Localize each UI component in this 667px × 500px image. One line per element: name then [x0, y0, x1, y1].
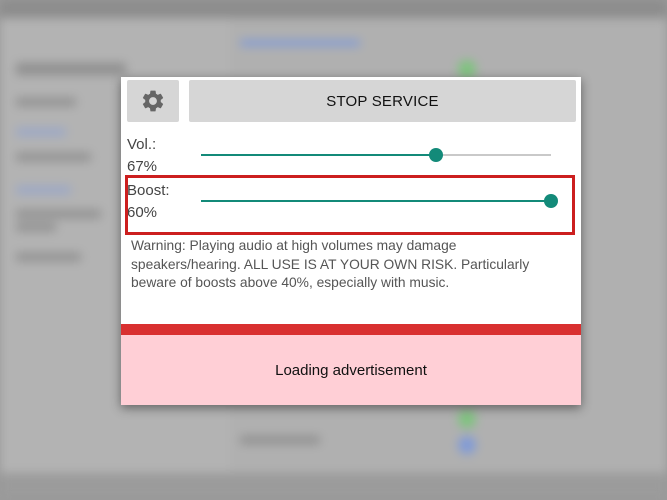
ad-loading-text: Loading advertisement [275, 361, 427, 379]
stop-service-button[interactable]: STOP SERVICE [189, 80, 576, 122]
volume-slider[interactable] [201, 145, 551, 165]
volume-label: Vol.: 67% [127, 134, 197, 178]
background-status-bar [0, 0, 667, 18]
settings-button[interactable] [127, 80, 179, 122]
volume-label-text: Vol.: [127, 136, 157, 153]
warning-text: Warning: Playing audio at high volumes m… [131, 238, 530, 290]
volume-slider-fill [201, 154, 436, 156]
background-nav-bar [0, 473, 667, 500]
volume-boost-dialog: STOP SERVICE Vol.: 67% Boost: 60% Warnin… [121, 77, 581, 405]
gear-icon [142, 90, 164, 112]
boost-highlight-box [125, 175, 575, 235]
volume-slider-thumb[interactable] [429, 148, 443, 162]
advertisement-area[interactable]: Loading advertisement [121, 335, 581, 405]
ad-top-bar [121, 324, 581, 335]
